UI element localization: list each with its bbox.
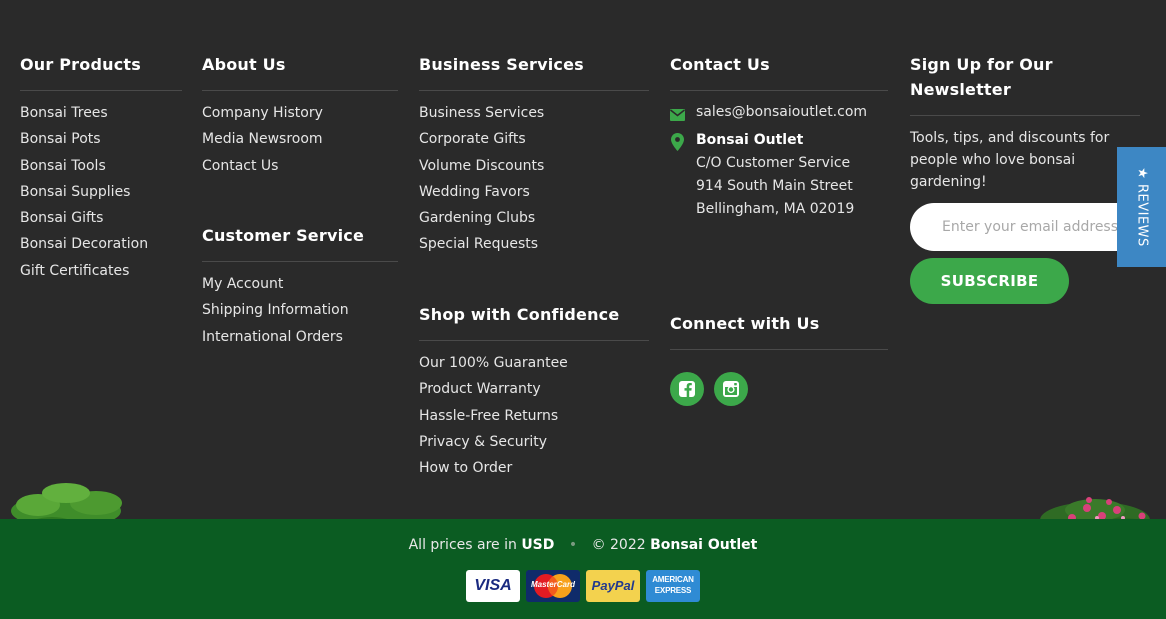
footer-link[interactable]: Corporate Gifts bbox=[419, 126, 649, 152]
visa-card-icon: VISA bbox=[466, 570, 520, 602]
divider bbox=[670, 90, 888, 91]
footer-link[interactable]: Bonsai Gifts bbox=[20, 205, 182, 231]
business-links: Business Services Corporate Gifts Volume… bbox=[419, 100, 649, 258]
footer-link[interactable]: Contact Us bbox=[202, 153, 398, 179]
footer-column-business: Business Services Business Services Corp… bbox=[419, 52, 649, 258]
paypal-card-icon: PayPal bbox=[586, 570, 640, 602]
products-heading: Our Products bbox=[20, 55, 141, 74]
newsletter-heading-line: Sign Up for Our bbox=[910, 55, 1053, 74]
newsletter-description: Tools, tips, and discounts for people wh… bbox=[910, 130, 1110, 190]
footer-column-contact: Contact Us bbox=[670, 52, 888, 91]
footer-column-about: About Us Company History Media Newsroom … bbox=[202, 52, 398, 179]
visa-card-label: VISA bbox=[474, 577, 512, 594]
envelope-icon bbox=[670, 106, 685, 125]
footer-link[interactable]: Gift Certificates bbox=[20, 258, 182, 284]
contact-address-line: 914 South Main Street bbox=[696, 178, 853, 194]
amex-card-label-line: AMERICAN bbox=[652, 575, 694, 584]
products-links: Bonsai Trees Bonsai Pots Bonsai Tools Bo… bbox=[20, 100, 182, 284]
divider bbox=[419, 340, 649, 341]
about-links: Company History Media Newsroom Contact U… bbox=[202, 100, 398, 179]
reviews-tab[interactable]: ★ REVIEWS bbox=[1117, 147, 1166, 267]
footer-link[interactable]: Wedding Favors bbox=[419, 179, 649, 205]
paypal-card-label: PayPal bbox=[591, 578, 635, 593]
divider bbox=[910, 115, 1140, 116]
prices-copyright-line: All prices are in USD • © 2022 Bonsai Ou… bbox=[0, 537, 1166, 553]
contact-address-line: Bellingham, MA 02019 bbox=[696, 201, 855, 217]
footer-link[interactable]: Shipping Information bbox=[202, 297, 398, 323]
footer-bottom-bar: All prices are in USD • © 2022 Bonsai Ou… bbox=[0, 519, 1166, 619]
footer-link[interactable]: Business Services bbox=[419, 100, 649, 126]
customer-service-heading: Customer Service bbox=[202, 226, 364, 245]
divider bbox=[670, 349, 888, 350]
newsletter-heading: Sign Up for Our Newsletter bbox=[910, 52, 1140, 102]
amex-card-icon: AMERICAN EXPRESS bbox=[646, 570, 700, 602]
copyright-label: © 2022 bbox=[591, 537, 646, 553]
divider bbox=[202, 90, 398, 91]
footer-link[interactable]: How to Order bbox=[419, 455, 649, 481]
map-pin-icon bbox=[671, 133, 684, 155]
contact-email[interactable]: sales@bonsaioutlet.com bbox=[696, 101, 867, 124]
footer-link[interactable]: Our 100% Guarantee bbox=[419, 350, 649, 376]
prices-label: All prices are in bbox=[408, 537, 517, 553]
footer-link[interactable]: Bonsai Tools bbox=[20, 153, 182, 179]
footer-column-confidence: Shop with Confidence Our 100% Guarantee … bbox=[419, 302, 649, 481]
footer-link[interactable]: Privacy & Security bbox=[419, 429, 649, 455]
footer-link[interactable]: Bonsai Supplies bbox=[20, 179, 182, 205]
currency-code: USD bbox=[521, 537, 555, 553]
contact-company: Bonsai Outlet bbox=[696, 132, 804, 148]
brand-name: Bonsai Outlet bbox=[650, 537, 758, 553]
customer-service-links: My Account Shipping Information Internat… bbox=[202, 271, 398, 350]
connect-heading: Connect with Us bbox=[670, 314, 820, 333]
footer-column-newsletter: Sign Up for Our Newsletter bbox=[910, 52, 1140, 116]
footer-link[interactable]: Bonsai Pots bbox=[20, 126, 182, 152]
divider bbox=[419, 90, 649, 91]
separator-dot: • bbox=[568, 537, 578, 553]
confidence-heading: Shop with Confidence bbox=[419, 305, 620, 324]
footer-link[interactable]: My Account bbox=[202, 271, 398, 297]
footer-link[interactable]: Volume Discounts bbox=[419, 153, 649, 179]
footer-link[interactable]: Media Newsroom bbox=[202, 126, 398, 152]
footer-link[interactable]: Bonsai Decoration bbox=[20, 231, 182, 257]
footer-link[interactable]: Company History bbox=[202, 100, 398, 126]
newsletter-heading-line: Newsletter bbox=[910, 80, 1011, 99]
footer-link[interactable]: Bonsai Trees bbox=[20, 100, 182, 126]
subscribe-button[interactable]: SUBSCRIBE bbox=[910, 258, 1069, 304]
divider bbox=[202, 261, 398, 262]
divider bbox=[20, 90, 182, 91]
contact-heading: Contact Us bbox=[670, 55, 770, 74]
mastercard-card-label: MasterCard bbox=[530, 580, 575, 589]
business-heading: Business Services bbox=[419, 55, 584, 74]
footer-column-customer-service: Customer Service My Account Shipping Inf… bbox=[202, 223, 398, 350]
footer-link[interactable]: Special Requests bbox=[419, 231, 649, 257]
facebook-icon[interactable] bbox=[670, 372, 704, 406]
mastercard-card-icon: MasterCard bbox=[526, 570, 580, 602]
about-heading: About Us bbox=[202, 55, 286, 74]
instagram-icon[interactable] bbox=[714, 372, 748, 406]
contact-address-line: C/O Customer Service bbox=[696, 155, 851, 171]
footer-link[interactable]: Product Warranty bbox=[419, 376, 649, 402]
footer-link[interactable]: Gardening Clubs bbox=[419, 205, 649, 231]
newsletter-email-input[interactable] bbox=[910, 203, 1136, 251]
reviews-tab-label: ★ REVIEWS bbox=[1134, 167, 1149, 247]
footer-column-connect: Connect with Us bbox=[670, 311, 888, 350]
amex-card-label-line: EXPRESS bbox=[654, 586, 692, 595]
confidence-links: Our 100% Guarantee Product Warranty Hass… bbox=[419, 350, 649, 481]
footer-link[interactable]: Hassle-Free Returns bbox=[419, 403, 649, 429]
footer-column-products: Our Products Bonsai Trees Bonsai Pots Bo… bbox=[20, 52, 182, 284]
footer-link[interactable]: International Orders bbox=[202, 324, 398, 350]
